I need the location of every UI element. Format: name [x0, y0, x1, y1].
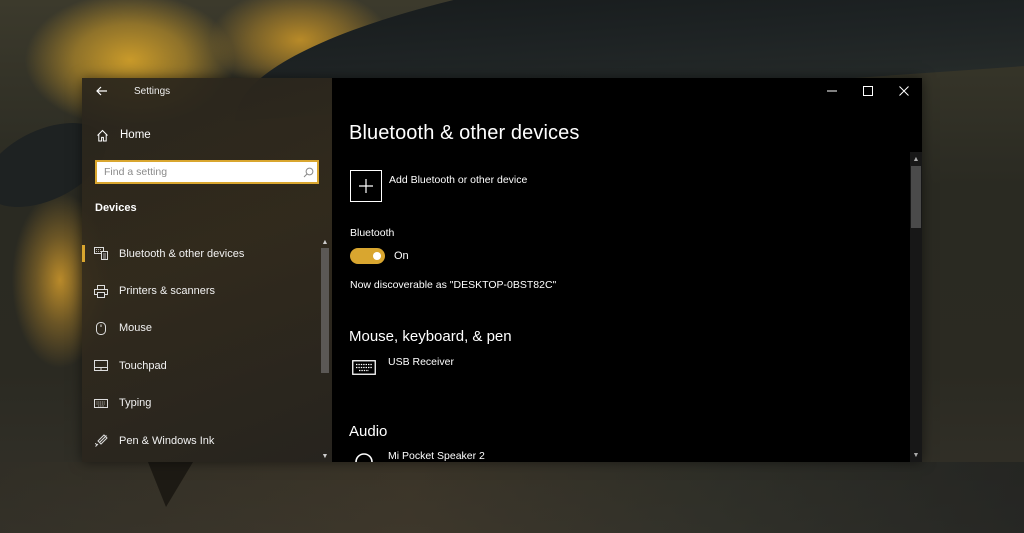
section-label-devices: Devices	[95, 202, 137, 214]
navigation-pane: Settings Home Devices Bluetooth & other …	[82, 78, 332, 462]
printer-icon	[94, 284, 108, 298]
nav-item-mouse[interactable]: Mouse	[82, 310, 318, 347]
title-bar: Settings	[82, 78, 332, 104]
bluetooth-devices-icon	[94, 247, 108, 261]
nav-item-touchpad[interactable]: Touchpad	[82, 347, 318, 384]
minimize-button[interactable]	[814, 78, 850, 104]
device-usb-receiver[interactable]: USB Receiver	[352, 356, 454, 376]
add-device-button[interactable]: Add Bluetooth or other device	[350, 170, 527, 202]
add-device-label: Add Bluetooth or other device	[389, 174, 528, 186]
nav-item-bluetooth[interactable]: Bluetooth & other devices	[82, 235, 318, 272]
nav-home[interactable]: Home	[82, 122, 332, 148]
nav-item-label: Printers & scanners	[119, 285, 215, 298]
content-scroll-thumb[interactable]	[911, 166, 921, 228]
device-name: Mi Pocket Speaker 2	[388, 450, 485, 462]
nav-item-pen[interactable]: Pen & Windows Ink	[82, 422, 318, 459]
close-icon	[899, 86, 909, 96]
back-button[interactable]	[94, 83, 110, 99]
home-label: Home	[120, 129, 151, 141]
nav-scroll-thumb[interactable]	[321, 248, 329, 373]
page-title: Bluetooth & other devices	[349, 122, 580, 144]
maximize-icon	[863, 86, 873, 96]
scroll-down-arrow-icon[interactable]: ▼	[320, 450, 330, 462]
toggle-knob	[373, 252, 381, 260]
nav-item-label: Bluetooth & other devices	[119, 247, 245, 260]
caption-buttons	[814, 78, 922, 104]
device-mi-pocket-speaker[interactable]: Mi Pocket Speaker 2	[352, 450, 485, 462]
search-box[interactable]	[95, 160, 319, 184]
scroll-up-arrow-icon[interactable]: ▲	[910, 152, 922, 166]
nav-item-typing[interactable]: Typing	[82, 385, 318, 422]
section-heading-mouse-keyboard-pen: Mouse, keyboard, & pen	[349, 328, 512, 345]
content-scrollbar[interactable]: ▲ ▼	[910, 152, 922, 462]
settings-window: Settings Home Devices Bluetooth & other …	[82, 78, 922, 462]
headphones-icon	[352, 452, 376, 462]
bluetooth-toggle-row: On	[350, 248, 409, 264]
touchpad-icon	[94, 359, 108, 373]
scroll-down-arrow-icon[interactable]: ▼	[910, 448, 922, 462]
minimize-icon	[827, 90, 837, 92]
search-input[interactable]	[97, 162, 299, 182]
content-pane: Bluetooth & other devices Add Bluetooth …	[332, 78, 922, 462]
device-name: USB Receiver	[388, 356, 454, 368]
bluetooth-state: On	[394, 250, 409, 262]
keyboard-icon	[94, 396, 108, 410]
nav-item-printers[interactable]: Printers & scanners	[82, 272, 318, 309]
bluetooth-label: Bluetooth	[350, 227, 395, 239]
bluetooth-toggle[interactable]	[350, 248, 385, 264]
app-title: Settings	[134, 85, 171, 97]
scroll-up-arrow-icon[interactable]: ▲	[320, 236, 330, 248]
section-heading-audio: Audio	[349, 423, 388, 440]
maximize-button[interactable]	[850, 78, 886, 104]
search-icon[interactable]	[299, 167, 317, 178]
nav-item-label: Pen & Windows Ink	[119, 434, 215, 447]
discoverable-text: Now discoverable as "DESKTOP-0BST82C"	[350, 279, 557, 291]
nav-scrollbar[interactable]: ▲ ▼	[320, 236, 330, 462]
pen-icon	[94, 433, 108, 448]
home-icon	[95, 128, 109, 142]
back-arrow-icon	[96, 86, 107, 96]
nav-item-label: Touchpad	[119, 359, 167, 372]
plus-icon	[350, 170, 382, 202]
nav-item-label: Typing	[119, 397, 152, 410]
nav-item-label: Mouse	[119, 322, 153, 335]
keyboard-icon	[352, 358, 376, 376]
mouse-icon	[94, 321, 108, 335]
close-button[interactable]	[886, 78, 922, 104]
nav-list: Bluetooth & other devices Printers & sca…	[82, 235, 318, 459]
